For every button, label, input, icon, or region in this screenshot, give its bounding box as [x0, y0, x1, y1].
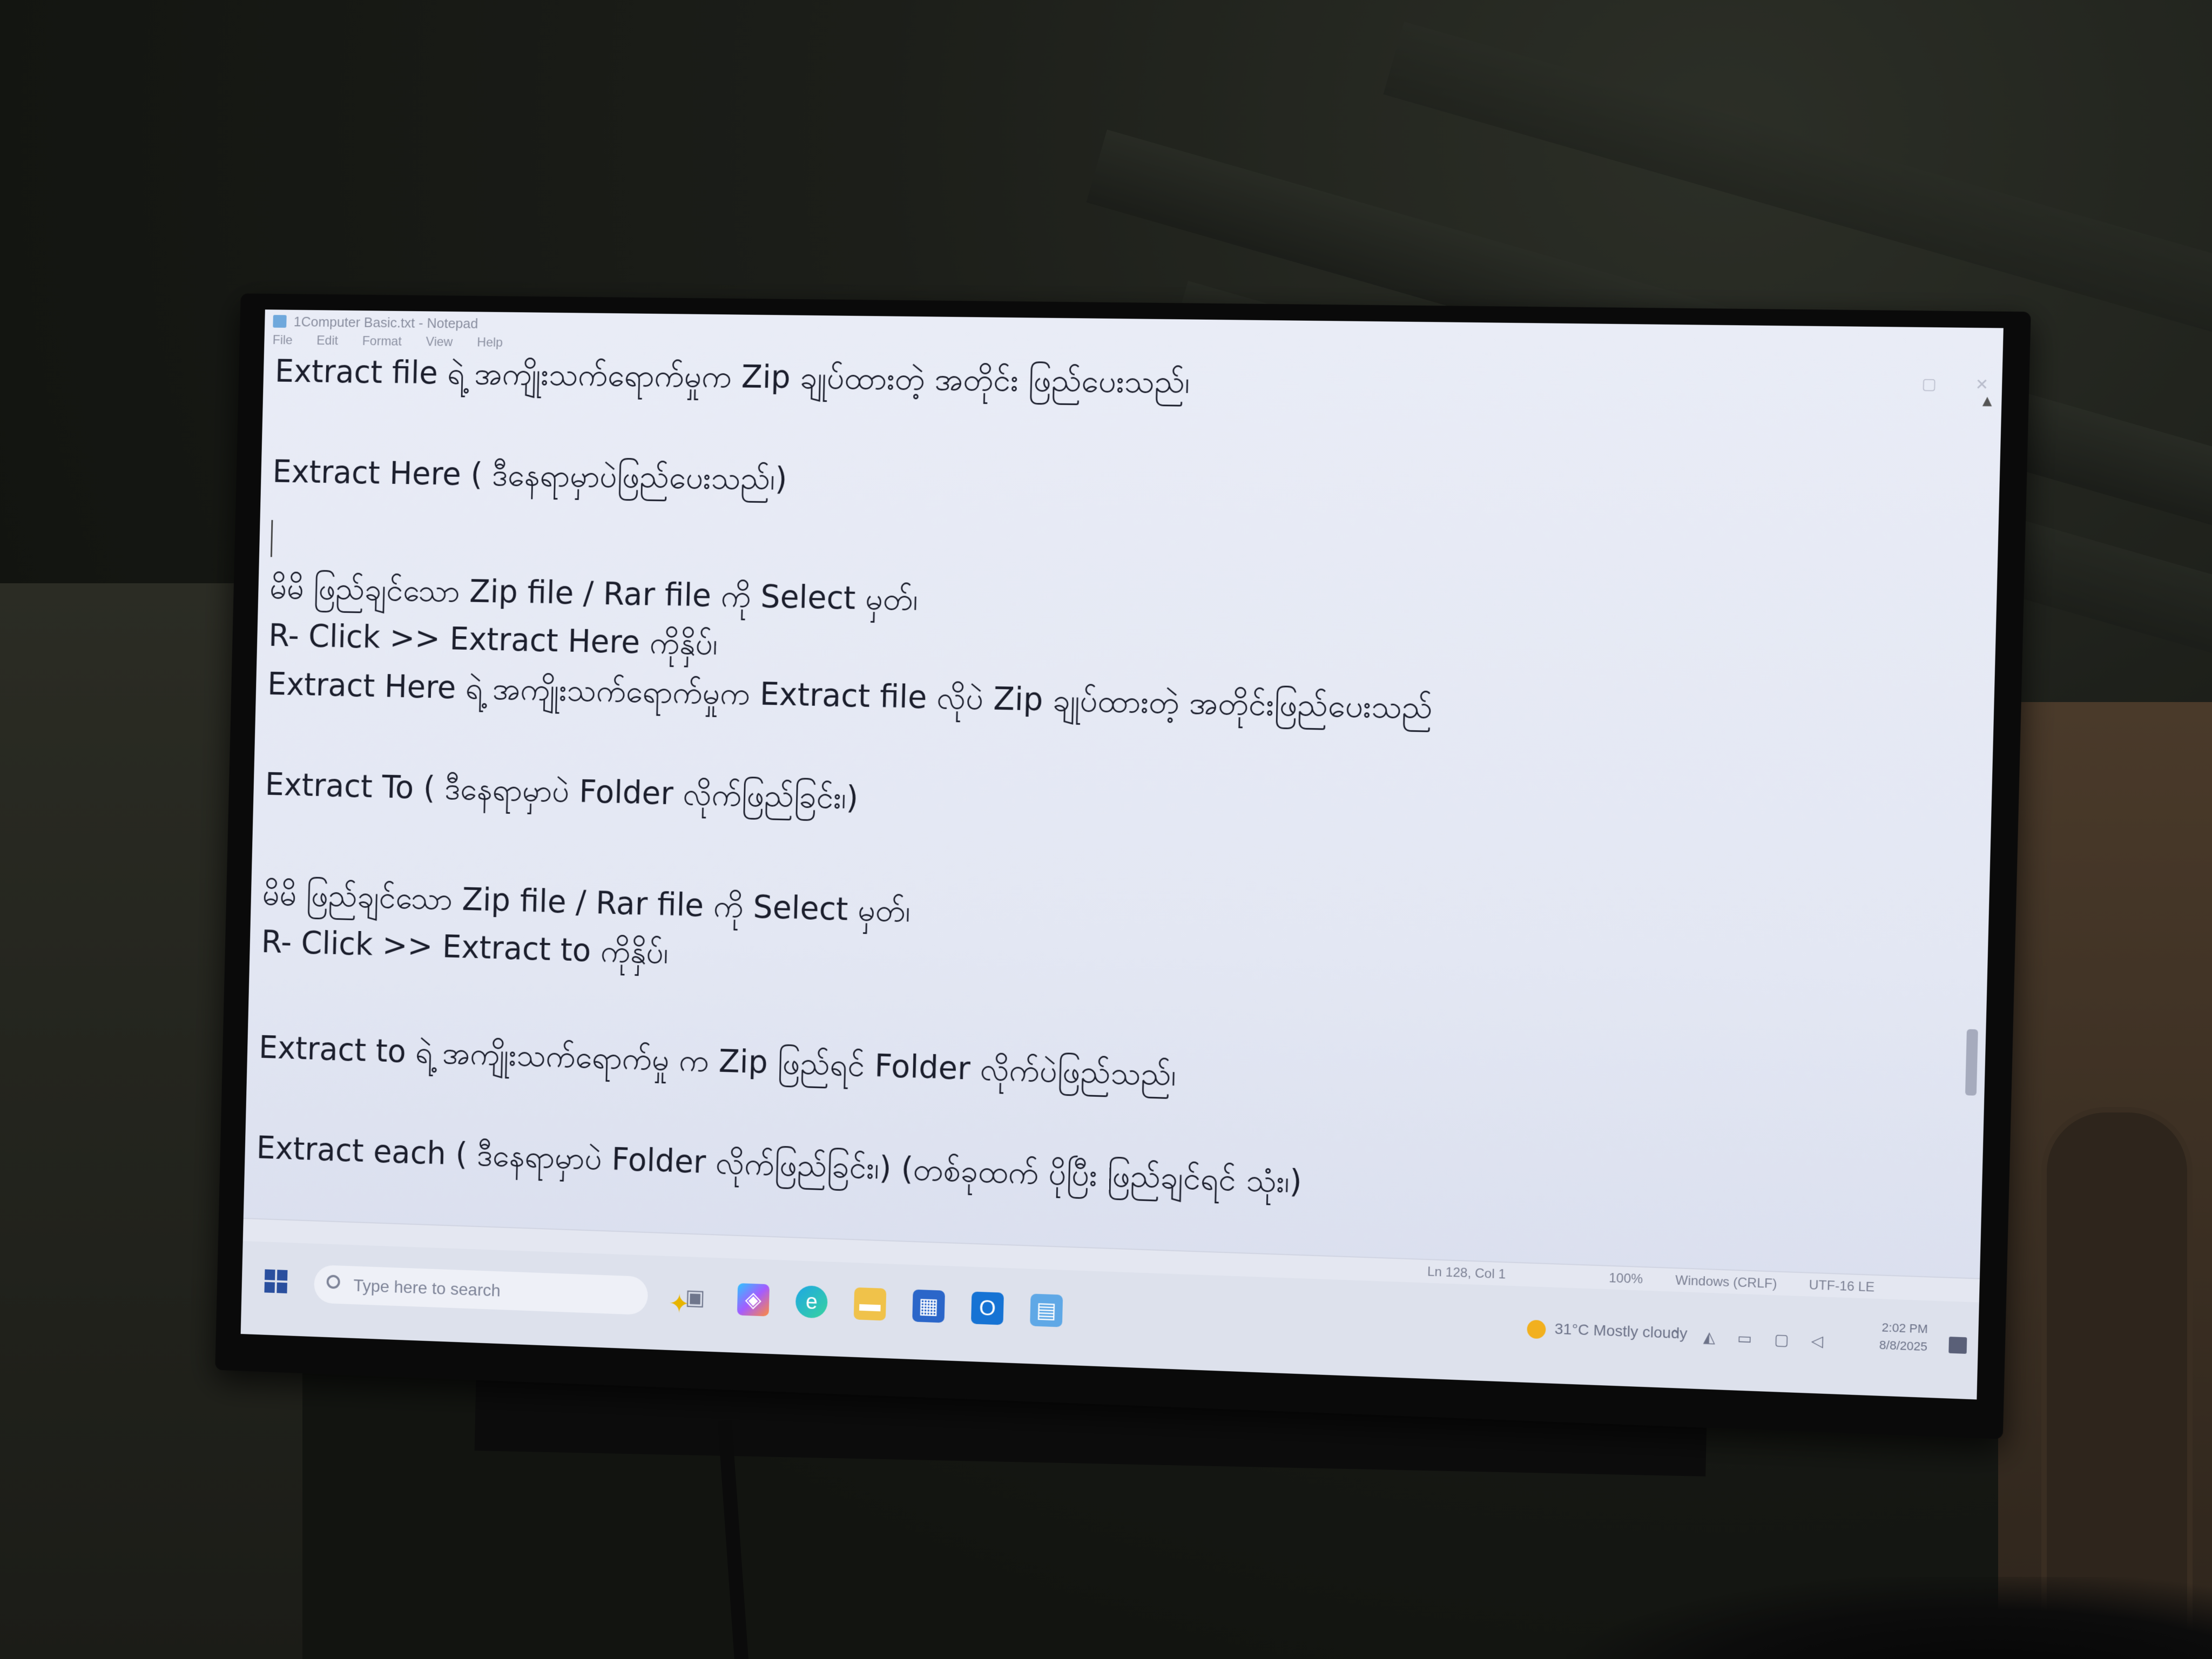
menu-view[interactable]: View: [426, 335, 453, 349]
display-icon[interactable]: ▢: [1774, 1331, 1798, 1348]
text-editor-area[interactable]: Extract file ရဲ့ အကျိုးသက်ရောက်မှုက Zip …: [244, 352, 1966, 1277]
text-line-10: Extract each ( ဒီနေရာမှာပဲ Folder လိုက်ဖ…: [256, 1129, 1303, 1201]
weather-cloud-icon: [1527, 1319, 1546, 1339]
text-line-6: Extract To ( ဒီနေရာမှာပဲ Folder လိုက်ဖြည…: [265, 766, 859, 817]
menu-edit[interactable]: Edit: [316, 333, 338, 348]
text-line-9: Extract to ရဲ့ အကျိုးသက်ရောက်မှု က Zip ဖ…: [258, 1029, 1177, 1094]
cursor-position: Ln 128, Col 1: [1427, 1264, 1506, 1282]
monitor: 1Computer Basic.txt - Notepad ▢ ✕ File E…: [215, 293, 2031, 1439]
taskbar-search-box[interactable]: Type here to search ✦: [313, 1264, 690, 1319]
clock-date: 8/8/2025: [1879, 1338, 1928, 1354]
chevron-up-icon[interactable]: ⌃: [1668, 1327, 1690, 1345]
windows-start-icon[interactable]: [264, 1269, 288, 1293]
menu-file[interactable]: File: [272, 333, 293, 347]
text-line-8: R- Click >> Extract to ကိုနှိပ်၊: [261, 923, 669, 971]
copilot-icon[interactable]: ◈: [737, 1283, 770, 1317]
text-caret: [270, 520, 273, 557]
menu-bar: File Edit Format View Help: [272, 331, 524, 353]
file-explorer-icon[interactable]: ▬: [853, 1287, 887, 1321]
search-placeholder: Type here to search: [353, 1276, 501, 1300]
vertical-scrollbar[interactable]: ▲ ▼: [1958, 394, 1996, 1300]
outlook-icon[interactable]: O: [970, 1291, 1004, 1325]
zoom-level: 100%: [1608, 1270, 1643, 1287]
menu-help[interactable]: Help: [477, 335, 503, 350]
scroll-thumb[interactable]: [1965, 1029, 1978, 1096]
taskbar-clock[interactable]: 2:02 PM 8/8/2025: [1879, 1319, 1928, 1356]
scroll-up-icon[interactable]: ▲: [1982, 394, 1992, 408]
text-line-4: R- Click >> Extract Here ကိုနှိပ်၊: [268, 617, 718, 662]
text-line-5: Extract Here ရဲ့ အကျိုးသက်ရောက်မှုက Extr…: [267, 665, 1433, 726]
viewer-head-foreground: [1566, 1577, 2212, 1659]
text-line-3: မိမိ ဖြည်ချင်သော Zip file / Rar file ကို…: [269, 569, 919, 618]
notification-icon[interactable]: [1948, 1337, 1967, 1354]
screen: 1Computer Basic.txt - Notepad ▢ ✕ File E…: [240, 309, 2004, 1400]
battery-icon[interactable]: ▭: [1737, 1330, 1762, 1347]
clock-time: 2:02 PM: [1881, 1320, 1928, 1336]
title-bar[interactable]: 1Computer Basic.txt - Notepad: [265, 309, 2004, 352]
wall-door-panel: [2041, 1107, 2193, 1658]
edge-browser-icon[interactable]: e: [795, 1285, 828, 1319]
search-icon: [326, 1274, 340, 1289]
menu-format[interactable]: Format: [362, 334, 402, 348]
weather-widget[interactable]: 31°C Mostly cloudy: [1527, 1319, 1688, 1344]
encoding: UTF-16 LE: [1809, 1277, 1875, 1295]
room-background: 1Computer Basic.txt - Notepad ▢ ✕ File E…: [0, 0, 2212, 1659]
store-icon[interactable]: ▦: [912, 1289, 945, 1323]
task-view-icon[interactable]: ▣: [679, 1281, 711, 1314]
notepad-icon[interactable]: ▤: [1030, 1293, 1063, 1327]
text-line-2: Extract Here ( ဒီနေရာမှာပဲဖြည်ပေးသည်၊): [272, 453, 788, 497]
notepad-app-icon: [273, 315, 287, 328]
text-line-1: Extract file ရဲ့ အကျိုးသက်ရောက်မှုက Zip …: [274, 353, 1191, 401]
volume-icon[interactable]: ◁: [1811, 1332, 1832, 1350]
network-icon[interactable]: ◭: [1703, 1328, 1724, 1346]
close-icon[interactable]: ✕: [1975, 375, 1988, 394]
system-tray[interactable]: ⌃ ◭ ▭ ▢ ◁: [1668, 1326, 1832, 1351]
